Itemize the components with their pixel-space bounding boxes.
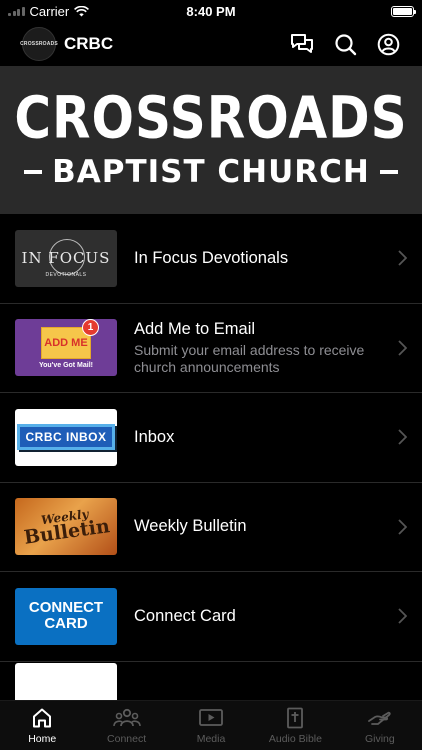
- banner-dash-left: [24, 170, 43, 174]
- tab-home[interactable]: Home: [0, 701, 84, 750]
- chevron-right-icon: [387, 429, 407, 445]
- app-title: CRBC: [64, 34, 114, 53]
- item-title: Inbox: [134, 427, 175, 446]
- item-title: Weekly Bulletin: [134, 517, 247, 536]
- banner-subtitle: BAPTIST CHURCH: [52, 153, 370, 190]
- search-icon[interactable]: [334, 33, 357, 56]
- item-title: In Focus Devotionals: [134, 248, 289, 267]
- connect-card-thumbnail: CONNECT CARD: [15, 587, 117, 645]
- tab-connect[interactable]: Connect: [84, 701, 168, 750]
- carrier-label: Carrier: [29, 3, 70, 19]
- chevron-right-icon: [387, 519, 407, 535]
- inbox-thumbnail: CRBC INBOX: [15, 408, 117, 466]
- envelope-icon: ADD ME 1: [41, 319, 99, 359]
- signal-icon: [8, 6, 25, 16]
- item-title: Add Me to Email: [134, 319, 256, 338]
- app-header: CROSSROADS CRBC: [0, 22, 422, 66]
- people-icon: [112, 708, 141, 727]
- banner-dash-right: [379, 170, 398, 174]
- tab-giving[interactable]: Giving: [338, 701, 422, 750]
- list-item-in-focus[interactable]: IN FOCUS DEVOTIONALS In Focus Devotional…: [0, 214, 422, 304]
- play-icon: [199, 709, 223, 726]
- tab-bar: Home Connect Media Audio Bible Giving: [0, 700, 422, 750]
- tab-audio-bible[interactable]: Audio Bible: [253, 701, 337, 750]
- bible-icon: [287, 707, 304, 729]
- tab-media[interactable]: Media: [169, 701, 253, 750]
- status-bar: Carrier 8:40 PM: [0, 0, 422, 22]
- chat-icon[interactable]: [290, 33, 314, 55]
- wifi-icon: [74, 5, 90, 16]
- list-item-inbox[interactable]: CRBC INBOX Inbox: [0, 393, 422, 483]
- church-logo[interactable]: CROSSROADS: [20, 27, 58, 61]
- list-item-connect-card[interactable]: CONNECT CARD Connect Card: [0, 572, 422, 662]
- chevron-right-icon: [387, 340, 407, 356]
- hand-icon: [367, 711, 391, 725]
- content-list: IN FOCUS DEVOTIONALS In Focus Devotional…: [0, 214, 422, 722]
- church-banner: CROSSROADS BAPTIST CHURCH: [0, 66, 422, 214]
- item-subtitle: Submit your email address to receive chu…: [134, 341, 365, 375]
- item-title: Connect Card: [134, 606, 236, 625]
- banner-title: CROSSROADS: [14, 84, 408, 151]
- profile-icon[interactable]: [377, 33, 400, 56]
- chevron-right-icon: [387, 608, 407, 624]
- in-focus-thumbnail: IN FOCUS DEVOTIONALS: [15, 229, 117, 287]
- list-item-weekly-bulletin[interactable]: Weekly Bulletin Weekly Bulletin: [0, 483, 422, 572]
- status-time: 8:40 PM: [186, 3, 236, 19]
- chevron-right-icon: [387, 250, 407, 266]
- email-thumbnail: ADD ME 1 You've Got Mail!: [15, 319, 117, 377]
- list-item-add-me-to-email[interactable]: ADD ME 1 You've Got Mail! Add Me to Emai…: [0, 304, 422, 393]
- home-icon: [33, 708, 52, 728]
- battery-icon: [391, 5, 416, 17]
- notification-badge: 1: [82, 319, 99, 336]
- bulletin-thumbnail: Weekly Bulletin: [15, 498, 117, 556]
